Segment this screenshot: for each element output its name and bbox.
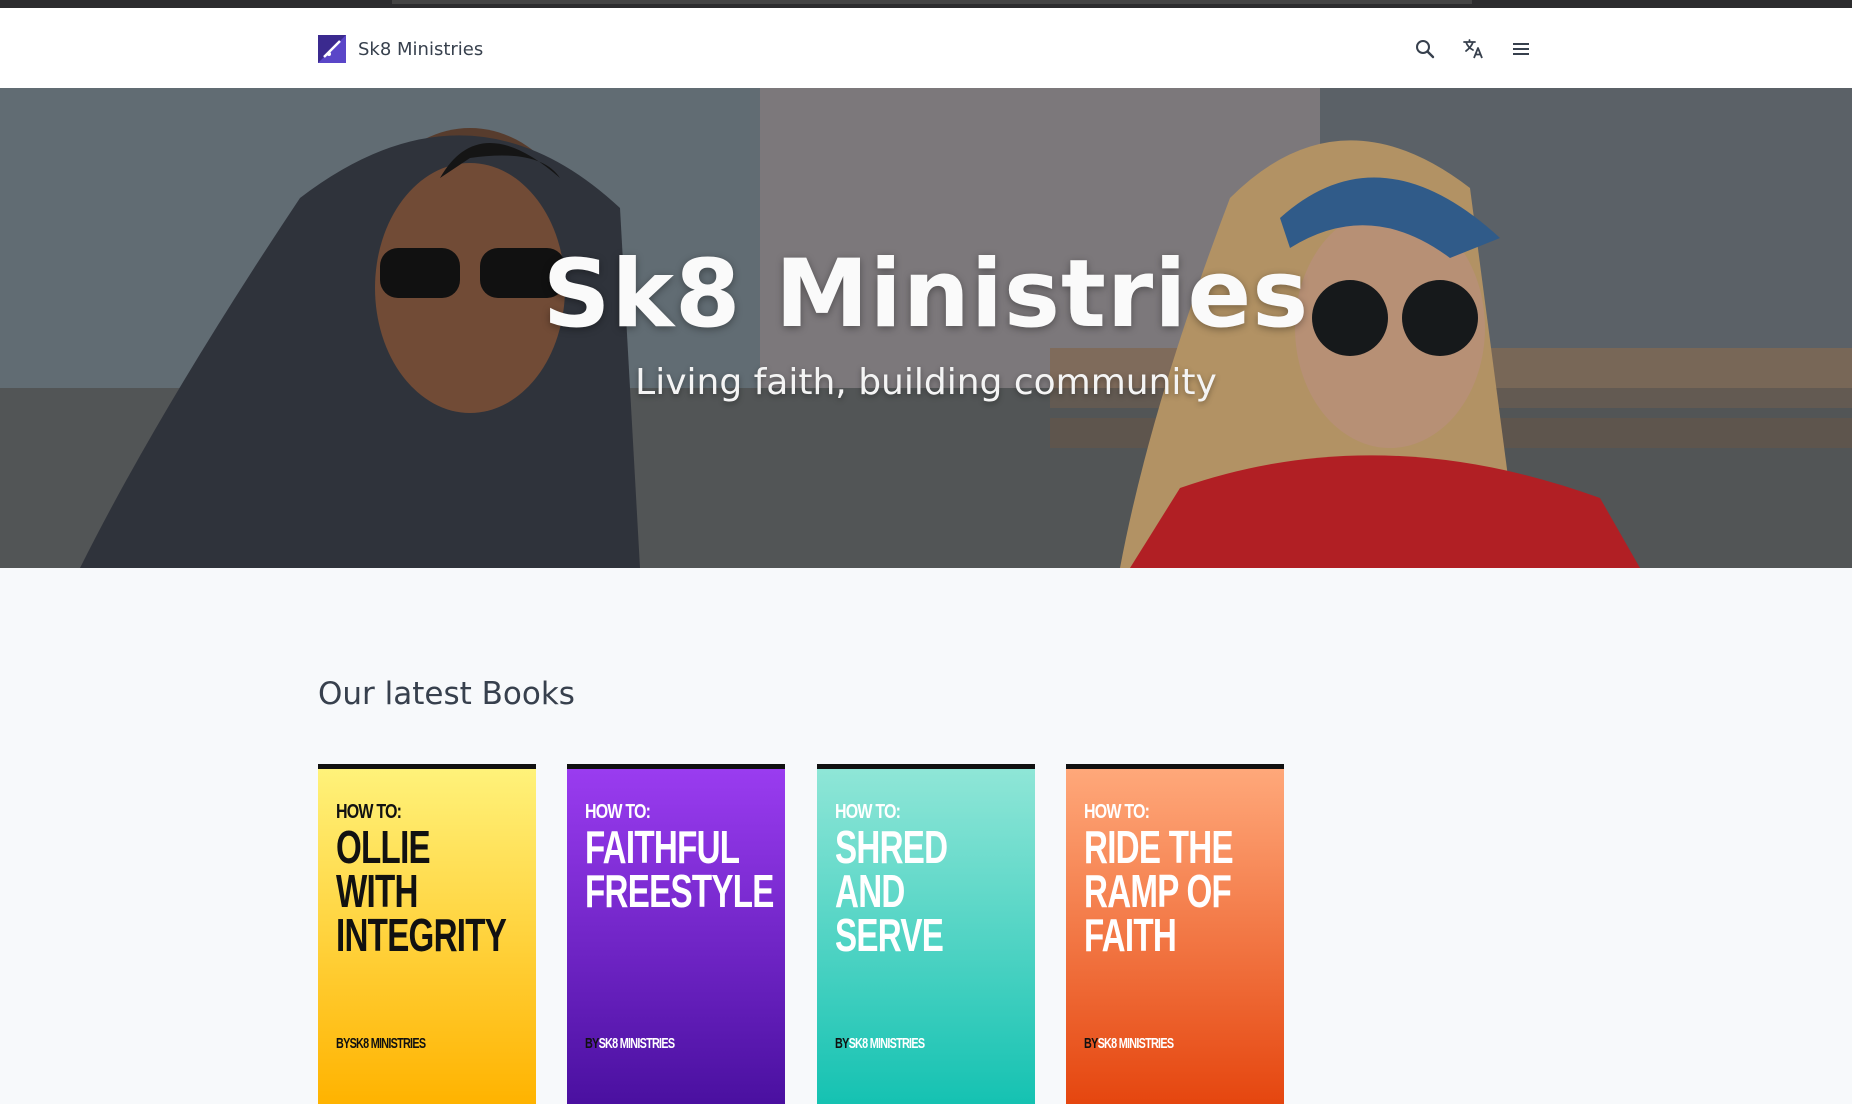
translate-icon xyxy=(1463,39,1483,59)
book-byline: BYSK8 MINISTRIES xyxy=(1084,1035,1174,1052)
search-icon xyxy=(1416,40,1435,59)
book-title-line: SHRED AND xyxy=(835,821,948,917)
book-title-line: INTEGRITY xyxy=(336,909,507,961)
brand-logo-icon xyxy=(318,35,346,63)
search-button[interactable] xyxy=(1408,32,1442,66)
hero-banner: Sk8 Ministries Living faith, building co… xyxy=(0,88,1852,568)
book-by: BY xyxy=(1084,1035,1098,1052)
hero-subtitle: Living faith, building community xyxy=(635,362,1217,403)
book-by: BY xyxy=(585,1035,599,1052)
book-title-line: OLLIE WITH xyxy=(336,821,431,917)
book-publisher: SK8 MINISTRIES xyxy=(598,1035,675,1052)
book-title: SHRED AND SERVE xyxy=(835,821,1008,961)
book-by: BY xyxy=(835,1035,849,1052)
book-byline: BYSK8 MINISTRIES xyxy=(835,1035,925,1052)
book-publisher: SK8 MINISTRIES xyxy=(349,1035,426,1052)
browser-top-bar xyxy=(0,0,1852,8)
book-card-faithful-freestyle[interactable]: HOW TO: FAITHFUL FREESTYLE BYSK8 MINISTR… xyxy=(567,764,785,1104)
book-publisher: SK8 MINISTRIES xyxy=(1097,1035,1174,1052)
book-byline: BYSK8 MINISTRIES xyxy=(585,1035,675,1052)
book-card-shred-and-serve[interactable]: HOW TO: SHRED AND SERVE BYSK8 MINISTRIES xyxy=(817,764,1035,1104)
book-byline: BYSK8 MINISTRIES xyxy=(336,1035,426,1052)
book-title: RIDE THE RAMP OF FAITH xyxy=(1084,821,1257,961)
book-title: FAITHFUL FREESTYLE xyxy=(585,821,774,917)
brand-home-link[interactable]: Sk8 Ministries xyxy=(318,34,483,64)
menu-icon xyxy=(1513,43,1529,55)
language-button[interactable] xyxy=(1456,32,1490,66)
top-bar-inner xyxy=(392,0,1472,4)
book-title-line: FAITH xyxy=(1084,909,1177,961)
book-card-ride-the-ramp-of-faith[interactable]: HOW TO: RIDE THE RAMP OF FAITH BYSK8 MIN… xyxy=(1066,764,1284,1104)
book-title-line: SERVE xyxy=(835,909,944,961)
brand-name: Sk8 Ministries xyxy=(358,38,484,60)
books-section-title: Our latest Books xyxy=(318,676,575,712)
menu-button[interactable] xyxy=(1504,32,1538,66)
book-card-ollie-with-integrity[interactable]: HOW TO: OLLIE WITH INTEGRITY BYSK8 MINIS… xyxy=(318,764,536,1104)
book-title-line: RIDE THE xyxy=(1084,821,1234,873)
book-title: OLLIE WITH INTEGRITY xyxy=(336,821,509,961)
book-publisher: SK8 MINISTRIES xyxy=(848,1035,925,1052)
site-header: Sk8 Ministries xyxy=(0,8,1852,89)
book-title-line: FREESTYLE xyxy=(585,865,774,917)
book-title-line: FAITHFUL xyxy=(585,821,740,873)
hero-title: Sk8 Ministries xyxy=(542,240,1310,349)
book-title-line: RAMP OF xyxy=(1084,865,1232,917)
book-by: BY xyxy=(336,1035,350,1052)
